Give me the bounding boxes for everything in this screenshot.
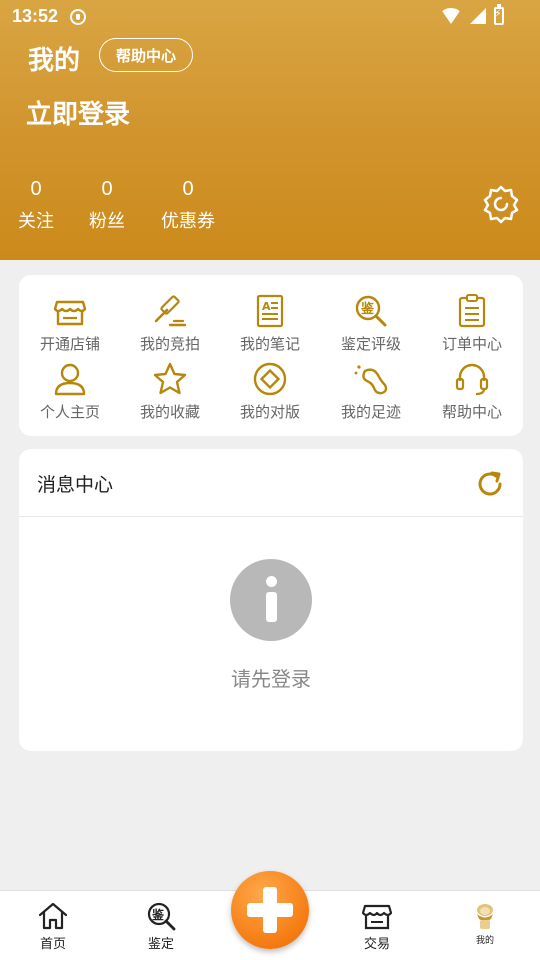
stat-following-count: 0 — [30, 178, 42, 200]
shield-icon — [70, 9, 86, 25]
menu-item-my-comparison[interactable]: 我的对版 — [220, 343, 320, 421]
svg-text:鉴: 鉴 — [360, 301, 375, 317]
stat-fans-label: 粉丝 — [89, 211, 125, 232]
message-center-card: 消息中心 请先登录 — [19, 449, 523, 751]
menu-item-label: 帮助中心 — [441, 403, 502, 421]
page-title: 我的 — [28, 46, 81, 76]
stat-coupons[interactable]: 0 优惠券 — [148, 178, 228, 233]
shop-icon — [361, 904, 393, 930]
home-icon — [38, 902, 68, 930]
tab-home[interactable]: 首页 — [13, 891, 93, 960]
menu-item-my-favorites[interactable]: 我的收藏 — [120, 343, 220, 421]
message-center-header: 消息中心 — [19, 449, 523, 517]
menu-item-my-auctions[interactable]: 我的竞拍 — [120, 275, 220, 353]
footprint-icon — [354, 365, 388, 395]
menu-item-open-shop[interactable]: 开通店铺 — [20, 275, 120, 353]
wifi-icon — [440, 8, 462, 24]
shop-icon — [53, 300, 87, 326]
message-center-title: 消息中心 — [37, 474, 114, 496]
refresh-icon[interactable] — [475, 469, 505, 499]
menu-item-label: 个人主页 — [39, 403, 100, 421]
menu-item-my-footprints[interactable]: 我的足迹 — [321, 343, 421, 421]
svg-text:鉴: 鉴 — [151, 907, 165, 922]
person-icon — [54, 363, 86, 396]
note-icon: A — [256, 294, 284, 328]
profile-header: 13:52 我的 帮助中心 立即登录 0 关注 0 粉丝 0 优惠券 — [0, 0, 540, 260]
stat-following-label: 关注 — [18, 211, 54, 232]
tab-mine[interactable]: 我的 — [445, 891, 525, 960]
menu-item-label: 我的足迹 — [340, 403, 401, 421]
menu-item-help-center[interactable]: 帮助中心 — [422, 343, 522, 421]
status-time: 13:52 — [12, 6, 59, 26]
clipboard-icon — [458, 294, 486, 328]
info-icon — [230, 559, 312, 641]
menu-item-order-center[interactable]: 订单中心 — [422, 275, 522, 353]
tab-appraise-label: 鉴定 — [147, 937, 174, 952]
menu-item-my-notes[interactable]: A 我的笔记 — [220, 275, 320, 353]
appraise-icon: 鉴 — [355, 295, 387, 327]
status-indicators — [440, 4, 504, 26]
tab-trade-label: 交易 — [363, 937, 390, 952]
stat-coupons-count: 0 — [182, 178, 194, 200]
empty-state-text: 请先登录 — [231, 667, 311, 691]
menu-grid-card: 开通店铺 我的竞拍 A 我的笔记 鉴 鉴定评级 订单中心 个人主页 我的收藏 我… — [19, 275, 523, 436]
avatar-icon — [477, 904, 493, 929]
gavel-icon — [154, 295, 187, 327]
status-bar: 13:52 — [0, 0, 540, 34]
coin-icon — [253, 362, 287, 396]
gear-icon[interactable] — [481, 184, 521, 224]
menu-item-personal-home[interactable]: 个人主页 — [20, 343, 120, 421]
stat-following[interactable]: 0 关注 — [0, 178, 76, 233]
headset-icon — [455, 363, 489, 396]
tab-home-label: 首页 — [39, 937, 66, 952]
tab-trade[interactable]: 交易 — [337, 891, 417, 960]
plus-icon-vertical — [263, 887, 277, 933]
menu-item-label: 我的收藏 — [139, 403, 200, 421]
appraise-icon: 鉴 — [147, 902, 176, 931]
menu-grid: 开通店铺 我的竞拍 A 我的笔记 鉴 鉴定评级 订单中心 个人主页 我的收藏 我… — [19, 275, 523, 436]
menu-item-label: 我的对版 — [239, 403, 300, 421]
stat-fans[interactable]: 0 粉丝 — [67, 178, 147, 233]
star-icon — [153, 362, 187, 395]
stat-coupons-label: 优惠券 — [161, 211, 215, 232]
login-link[interactable]: 立即登录 — [26, 94, 130, 131]
battery-icon — [494, 4, 504, 25]
help-center-button[interactable]: 帮助中心 — [99, 38, 193, 72]
tab-appraise[interactable]: 鉴 鉴定 — [121, 891, 201, 960]
publish-button[interactable] — [231, 871, 309, 949]
stat-fans-count: 0 — [101, 178, 113, 200]
svg-text:A: A — [262, 300, 271, 313]
tab-mine-label: 我的 — [475, 936, 494, 946]
signal-icon — [470, 8, 486, 24]
menu-item-appraisal-rating[interactable]: 鉴 鉴定评级 — [321, 275, 421, 353]
